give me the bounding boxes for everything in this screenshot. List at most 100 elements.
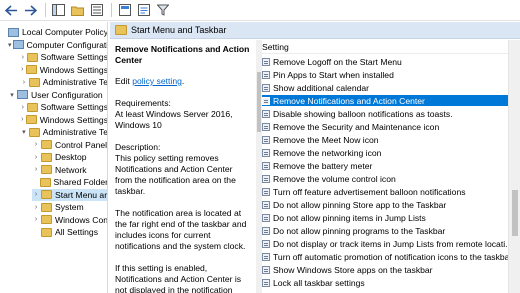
filter-icon[interactable] (154, 2, 171, 19)
tree-item-label: All Settings (55, 227, 98, 237)
chevron-right-icon[interactable]: › (32, 204, 40, 211)
setting-row[interactable]: Lock all taskbar settings (262, 277, 508, 288)
setting-row[interactable]: Do not allow pinning programs to the Tas… (262, 225, 508, 236)
setting-row[interactable]: Remove the Security and Maintenance icon (262, 121, 508, 132)
policy-icon (8, 27, 20, 37)
setting-row[interactable]: Remove the networking icon (262, 147, 508, 158)
chevron-right-icon[interactable]: › (32, 141, 40, 148)
tree-item[interactable]: › Network (32, 164, 107, 176)
setting-row[interactable]: Do not allow pinning Store app to the Ta… (262, 199, 508, 210)
policy-setting-link[interactable]: policy setting (132, 76, 182, 86)
tree-item[interactable]: › System (32, 201, 107, 213)
back-arrow-icon[interactable] (3, 2, 20, 19)
folder-view-icon[interactable] (69, 2, 86, 19)
folder-icon (41, 152, 52, 162)
policy-title: Remove Notifications and Action Center (115, 44, 250, 65)
setting-row[interactable]: Turn off automatic promotion of notifica… (262, 251, 508, 262)
toolbar (0, 0, 520, 21)
tree-item-label: User Configuration (31, 89, 103, 100)
policy-setting-icon (262, 57, 270, 66)
setting-row[interactable]: Show Windows Store apps on the taskbar (262, 264, 508, 275)
edit-line: Edit policy setting. (115, 76, 251, 87)
policy-setting-icon (262, 161, 270, 170)
tree-item[interactable]: Local Computer Policy (3, 26, 107, 38)
tree-item[interactable]: ▾ Computer Configurati (8, 39, 107, 51)
setting-row[interactable]: Turn off feature advertisement balloon n… (262, 186, 508, 197)
setting-row[interactable]: Remove the Meet Now icon (262, 134, 508, 145)
setting-row[interactable]: Do not display or track items in Jump Li… (262, 238, 508, 249)
tree-item[interactable]: ▾ User Configuration (8, 89, 107, 101)
setting-row[interactable]: Remove the battery meter (262, 160, 508, 171)
forward-arrow-icon[interactable] (22, 2, 39, 19)
setting-row[interactable]: Do not allow pinning items in Jump Lists (262, 212, 508, 223)
chevron-right-icon[interactable]: › (20, 116, 25, 123)
policy-setting-icon (262, 200, 270, 209)
setting-row[interactable]: Remove the volume control icon (262, 173, 508, 184)
tree-item-label: Software Settings (40, 52, 108, 62)
tree-item-label: Shared Folder (53, 177, 108, 187)
setting-label: Remove the Meet Now icon (273, 134, 379, 145)
setting-label: Remove the volume control icon (273, 173, 396, 184)
tree-item[interactable]: › Start Menu ar (32, 188, 107, 201)
chevron-right-icon[interactable]: › (32, 191, 40, 198)
chevron-down-icon[interactable]: ▾ (8, 41, 12, 49)
tree-item[interactable]: › Desktop (32, 151, 107, 163)
chevron-down-icon[interactable]: ▾ (8, 91, 16, 99)
policy-setting-icon (262, 226, 270, 235)
tree-item[interactable]: ▾ Administrative Te (20, 126, 107, 138)
policy-setting-icon (262, 135, 270, 144)
description-paragraph-3: If this setting is enabled, Notification… (115, 263, 242, 293)
setting-label: Do not display or track items in Jump Li… (273, 238, 508, 249)
setting-row[interactable]: Disable showing balloon notifications as… (262, 108, 508, 119)
tree-item[interactable]: › Software Settings (20, 51, 108, 63)
tree-item[interactable]: Shared Folder (32, 176, 108, 188)
tree-item[interactable]: › Software Settings (20, 101, 108, 113)
tree-item[interactable]: › Windows Con (32, 214, 107, 226)
chevron-right-icon[interactable]: › (20, 54, 26, 61)
folder-icon (40, 215, 52, 224)
setting-row[interactable]: Pin Apps to Start when installed (262, 69, 508, 80)
policy-setting-icon (262, 187, 270, 196)
folder-icon (26, 52, 38, 62)
tree-item[interactable]: › Windows Settings (20, 64, 107, 76)
chevron-right-icon[interactable]: › (20, 104, 26, 111)
tree-item[interactable]: › Control Panel (32, 139, 107, 151)
setting-label: Remove Notifications and Action Center (273, 95, 425, 106)
setting-row[interactable]: Show additional calendar (262, 82, 508, 93)
folder-icon (41, 202, 52, 212)
folder-icon (28, 127, 40, 137)
chevron-down-icon[interactable]: ▾ (20, 128, 28, 136)
policy-setting-icon (262, 278, 270, 287)
setting-label: Remove the battery meter (273, 160, 373, 171)
settings-scrollbar[interactable] (508, 40, 520, 293)
setting-row[interactable]: Remove Notifications and Action Center (262, 95, 508, 106)
chevron-right-icon[interactable]: › (32, 154, 40, 161)
edit-suffix: . (181, 76, 185, 86)
settings-list: Setting Remove Logoff on the Start Menu P… (262, 40, 508, 293)
export-list-icon[interactable] (88, 2, 105, 19)
policy-icon (17, 90, 28, 99)
tree-item[interactable]: › Windows Settings (20, 114, 107, 126)
chevron-right-icon[interactable]: › (20, 66, 25, 73)
setting-row[interactable]: Remove Logoff on the Start Menu (262, 56, 508, 67)
requirements-label: Requirements: (115, 98, 171, 108)
folder-icon (28, 77, 40, 87)
chevron-right-icon[interactable]: › (20, 79, 28, 86)
tree-item[interactable]: All Settings (32, 226, 107, 238)
folder-icon (115, 25, 127, 35)
scrollbar-thumb[interactable] (512, 190, 518, 236)
setting-label: Disable showing balloon notifications as… (273, 108, 453, 119)
description-block: Description: This policy setting removes … (115, 142, 251, 197)
tree-item-label: Software Settings (40, 102, 108, 112)
column-header-setting[interactable]: Setting (262, 40, 508, 54)
policy-setting-icon (262, 213, 270, 222)
show-hide-tree-icon[interactable] (50, 2, 67, 19)
tree-item[interactable]: › Administrative Te (20, 76, 107, 88)
setting-label: Do not allow pinning Store app to the Ta… (273, 199, 447, 210)
help-icon[interactable] (116, 2, 133, 19)
chevron-right-icon[interactable]: › (32, 216, 40, 223)
properties-icon[interactable] (135, 2, 152, 19)
scrollbar-thumb[interactable] (257, 72, 261, 132)
folder-icon (26, 102, 38, 112)
chevron-right-icon[interactable]: › (32, 166, 40, 173)
